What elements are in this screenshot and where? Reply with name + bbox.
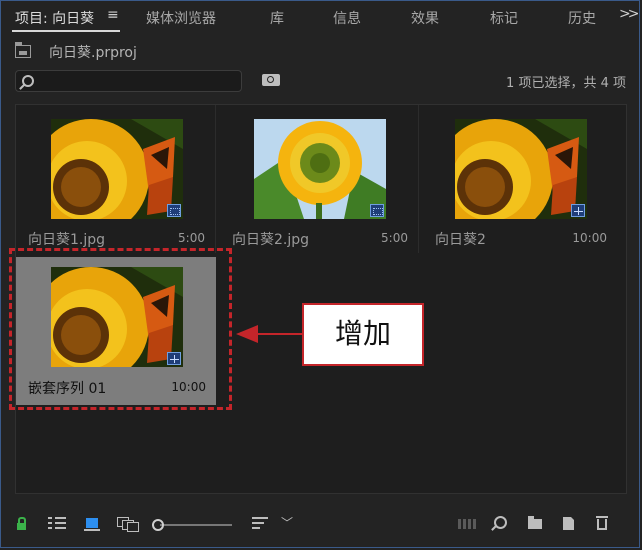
highlight-box xyxy=(9,248,232,410)
image-clip-badge-icon xyxy=(167,204,181,217)
tab-media-browser[interactable]: 媒体浏览器 xyxy=(146,8,216,28)
new-item-icon[interactable] xyxy=(563,516,575,530)
item-duration: 10:00 xyxy=(572,231,607,245)
item-name: 向日葵1.jpg xyxy=(28,232,106,248)
tab-project[interactable]: 项目: 向日葵 xyxy=(15,8,94,28)
filter-bin-icon[interactable] xyxy=(262,74,280,86)
panel-tabs: 项目: 向日葵 ≡ 媒体浏览器 库 信息 效果 标记 历史 >> xyxy=(0,0,642,32)
item-name: 向日葵2.jpg xyxy=(232,232,310,248)
sequence-badge-icon xyxy=(571,204,585,217)
media-item[interactable]: 向日葵2.jpg 5:00 xyxy=(219,105,419,253)
list-view-icon[interactable] xyxy=(48,517,66,529)
freeform-view-icon[interactable] xyxy=(117,517,139,532)
annotation-callout: 增加 xyxy=(302,303,424,366)
project-bin-icon xyxy=(15,42,31,58)
selection-status: 1 项已选择，共 4 项 xyxy=(506,76,626,91)
tab-history[interactable]: 历史 xyxy=(568,8,598,28)
item-duration: 5:00 xyxy=(381,231,408,245)
chevron-down-icon[interactable]: ﹀ xyxy=(281,514,293,531)
arrow-line xyxy=(258,333,302,335)
tab-effects[interactable]: 效果 xyxy=(411,8,439,28)
project-name: 向日葵.prproj xyxy=(49,45,137,61)
zoom-slider[interactable] xyxy=(160,524,232,526)
thumbnail-sunflower-sky xyxy=(254,119,386,219)
sort-icon[interactable] xyxy=(252,517,268,529)
thumbnail-sequence xyxy=(455,119,587,219)
active-tab-indicator xyxy=(12,30,120,32)
media-item[interactable]: 向日葵1.jpg 5:00 xyxy=(16,105,216,253)
item-duration: 5:00 xyxy=(178,231,205,245)
media-item[interactable]: 向日葵2 10:00 xyxy=(422,105,622,253)
item-name: 向日葵2 xyxy=(435,232,486,248)
tab-libraries[interactable]: 库 xyxy=(270,8,284,28)
zoom-slider-knob[interactable] xyxy=(152,519,164,531)
tab-markers[interactable]: 标记 xyxy=(490,8,518,28)
thumbnail-sunflower-butterfly xyxy=(51,119,183,219)
find-icon[interactable] xyxy=(494,516,507,529)
lock-icon[interactable] xyxy=(17,517,26,530)
trash-icon[interactable] xyxy=(596,516,608,530)
image-clip-badge-icon xyxy=(370,204,384,217)
overflow-chevron-icon[interactable]: >> xyxy=(619,6,640,22)
tab-info[interactable]: 信息 xyxy=(333,8,361,28)
search-input[interactable] xyxy=(15,70,242,92)
new-bin-icon[interactable] xyxy=(528,516,542,529)
automate-to-sequence-icon xyxy=(458,519,476,529)
hamburger-menu-icon[interactable]: ≡ xyxy=(107,7,119,23)
search-icon xyxy=(22,75,34,87)
arrow-head-icon xyxy=(236,325,258,343)
icon-view-icon[interactable] xyxy=(84,518,100,531)
